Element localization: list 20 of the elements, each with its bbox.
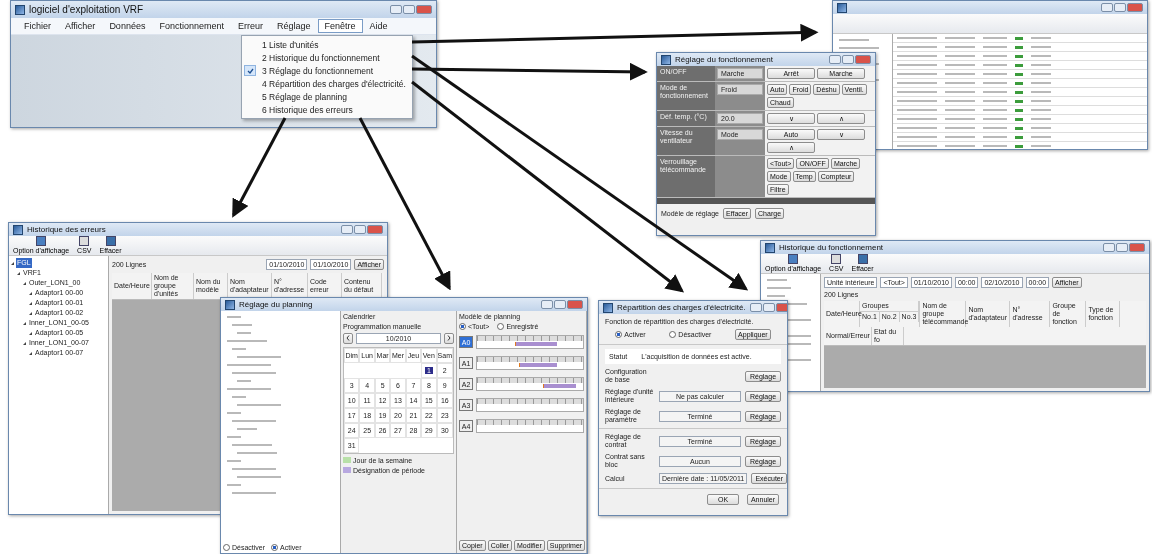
window-title: Réglage du fonctionnement <box>675 55 773 64</box>
menu-item[interactable]: Fonctionnement <box>152 19 231 33</box>
menu-item[interactable]: Fenêtre <box>317 19 363 33</box>
menu-entry[interactable]: 2 Historique du fonctionnement <box>262 52 380 63</box>
menu-item[interactable]: Données <box>102 19 153 33</box>
window-title: logiciel d'exploitation VRF <box>29 4 144 15</box>
window-title: Historique du fonctionnement <box>779 243 884 252</box>
menu-entry[interactable]: 1 Liste d'unités <box>262 39 319 50</box>
window-title: Répartition des charges d'électricité. <box>617 303 746 312</box>
menu-item[interactable]: Aide <box>362 19 395 33</box>
window-title: Réglage du planning <box>239 300 313 309</box>
menu-item[interactable]: Erreur <box>230 19 270 33</box>
menu-entry[interactable]: 5 Réglage de planning <box>262 91 348 102</box>
menu-item[interactable]: Afficher <box>58 19 103 33</box>
menu-item[interactable]: Réglage <box>269 19 318 33</box>
menu-entry[interactable]: 4 Répartition des charges d'électricité. <box>262 78 406 89</box>
menu-entry[interactable]: 3 Réglage du fonctionnement <box>262 65 374 76</box>
window-title: Historique des erreurs <box>27 225 106 234</box>
menu-item[interactable]: Fichier <box>17 19 58 33</box>
menu-entry[interactable]: 6 Historique des erreurs <box>262 104 353 115</box>
